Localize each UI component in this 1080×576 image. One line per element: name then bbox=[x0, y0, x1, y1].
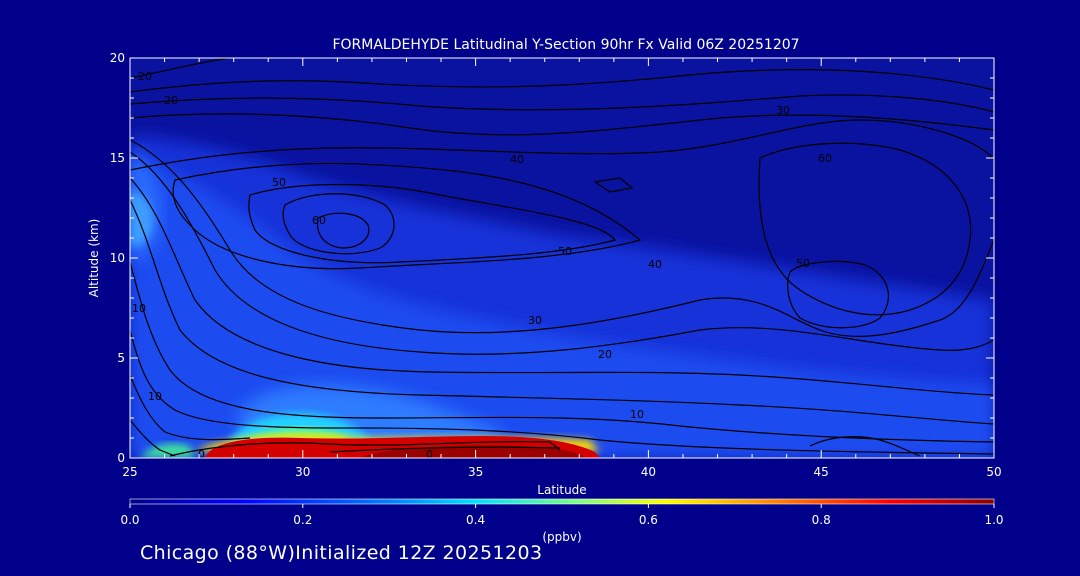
y-tick-label: 15 bbox=[110, 151, 125, 165]
colorbar-tick-label: 0.6 bbox=[639, 513, 658, 527]
footer-text: Chicago (88°W)Initialized 12Z 20251203 bbox=[140, 542, 543, 564]
contour-label: 50 bbox=[796, 257, 810, 270]
x-tick-label: 35 bbox=[468, 465, 483, 479]
x-axis-label: Latitude bbox=[537, 483, 586, 497]
contour-label: 30 bbox=[528, 314, 542, 327]
x-tick-label: 45 bbox=[814, 465, 829, 479]
chart: FORMALDEHYDE Latitudinal Y-Section 90hr … bbox=[87, 37, 1004, 544]
contour-label: 20 bbox=[164, 94, 178, 107]
contour-label: 10 bbox=[132, 302, 146, 315]
y-axis-label: Altitude (km) bbox=[87, 219, 101, 298]
contour-label: 30 bbox=[776, 104, 790, 117]
y-tick-label: 5 bbox=[117, 351, 125, 365]
colorbar-tick-label: 0.2 bbox=[293, 513, 312, 527]
x-tick-label: 30 bbox=[295, 465, 310, 479]
plot-area: 0 0 10 10 20 30 40 40 50 50 50 60 60 30 … bbox=[130, 58, 994, 461]
chart-title: FORMALDEHYDE Latitudinal Y-Section 90hr … bbox=[332, 37, 799, 53]
y-tick-label: 20 bbox=[110, 51, 125, 65]
contour-label: 50 bbox=[558, 245, 572, 258]
colorbar-tick-label: 0.8 bbox=[812, 513, 831, 527]
contour-label: 10 bbox=[148, 390, 162, 403]
contour-label: 10 bbox=[630, 408, 644, 421]
contour-label: 60 bbox=[818, 152, 832, 165]
colorbar-ticks: 0.0 0.2 0.4 0.6 0.8 1.0 bbox=[120, 504, 1004, 527]
contour-label: 60 bbox=[312, 214, 326, 227]
colorbar-tick-label: 0.4 bbox=[466, 513, 485, 527]
contour-label: 50 bbox=[272, 176, 286, 189]
y-tick-label: 0 bbox=[117, 451, 125, 465]
y-tick-label: 10 bbox=[110, 251, 125, 265]
contour-label: 40 bbox=[510, 153, 524, 166]
colorbar bbox=[129, 498, 995, 505]
contour-label: 40 bbox=[648, 258, 662, 271]
contour-label: 20 bbox=[598, 348, 612, 361]
x-tick-label: 50 bbox=[986, 465, 1001, 479]
contour-label: 20 bbox=[138, 70, 152, 83]
x-tick-label: 25 bbox=[122, 465, 137, 479]
colorbar-tick-label: 1.0 bbox=[984, 513, 1003, 527]
contour-label: 0 bbox=[426, 448, 433, 461]
colorbar-label: (ppbv) bbox=[542, 530, 581, 544]
colorbar-tick-label: 0.0 bbox=[120, 513, 139, 527]
x-tick-label: 40 bbox=[641, 465, 656, 479]
